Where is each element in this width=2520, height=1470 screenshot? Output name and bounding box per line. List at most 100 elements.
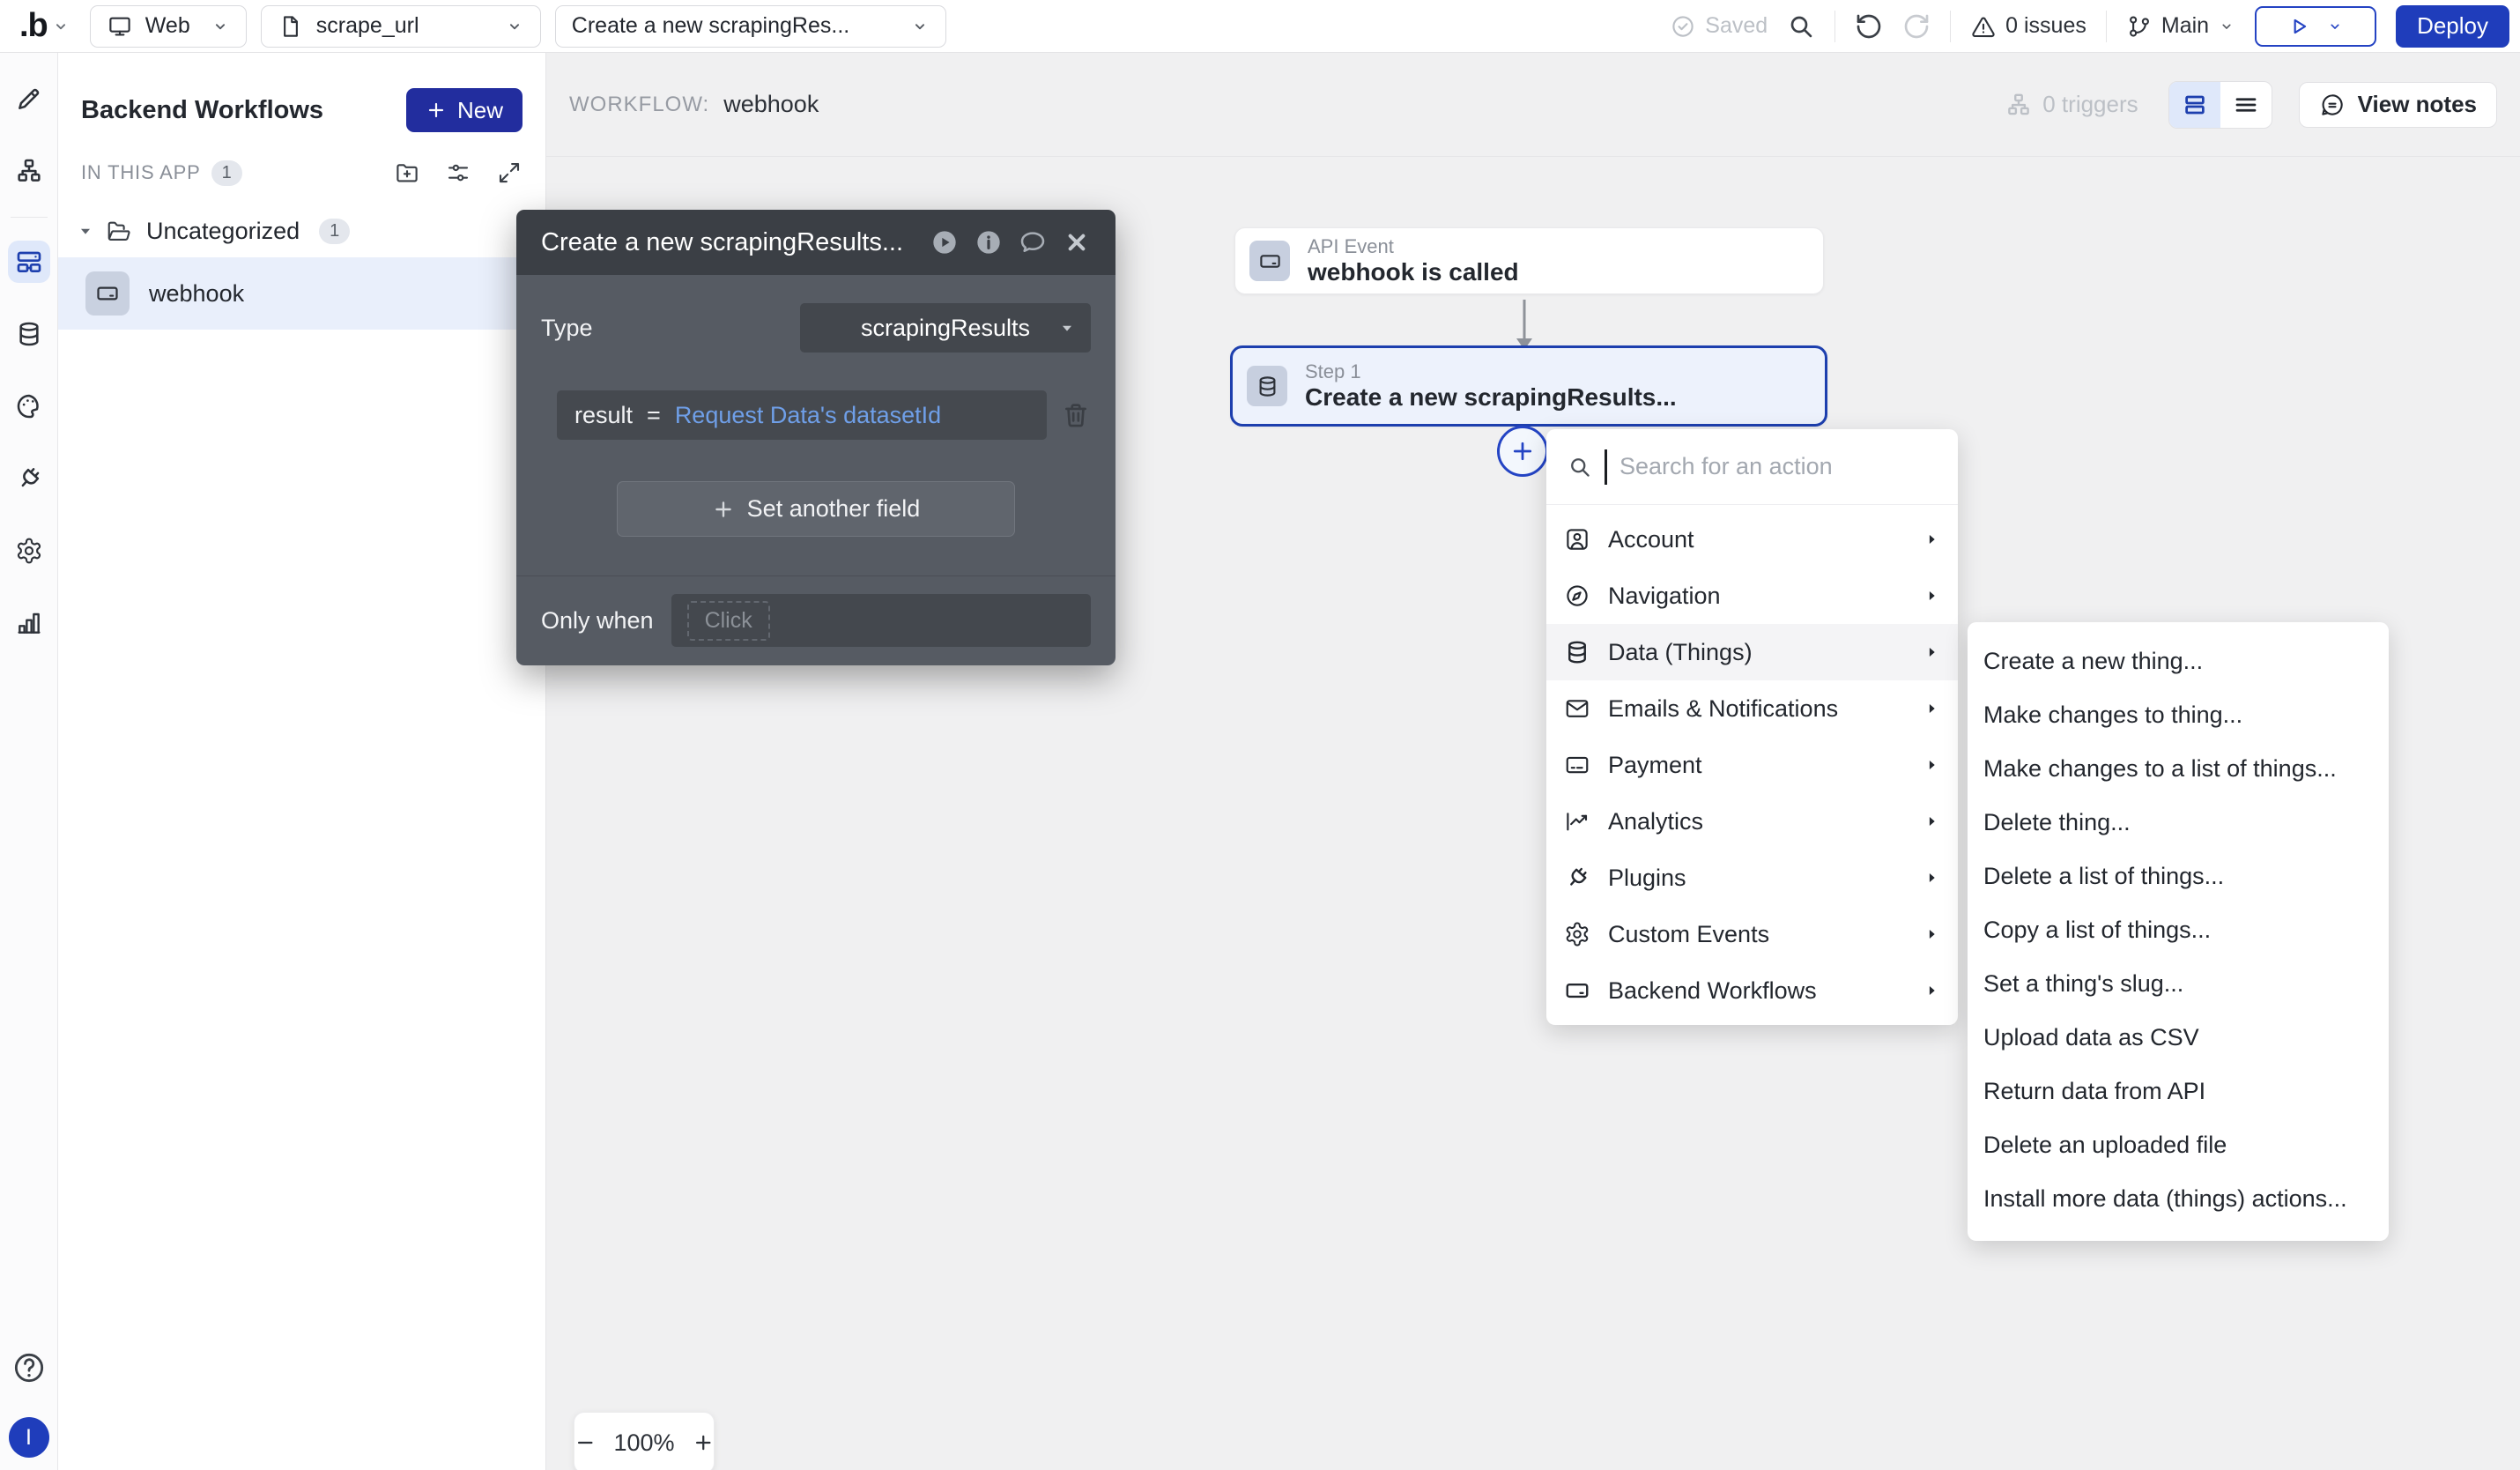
- rail-item-logs[interactable]: [8, 602, 50, 644]
- folder-row-uncategorized[interactable]: Uncategorized 1: [58, 213, 545, 249]
- step-node-1[interactable]: Step 1 Create a new scrapingResults...: [1230, 345, 1827, 427]
- divider: [1950, 11, 1951, 42]
- rail-item-data[interactable]: [8, 313, 50, 355]
- avatar[interactable]: I: [9, 1417, 49, 1458]
- branch-select[interactable]: Main: [2126, 13, 2235, 40]
- action-category-custom-events[interactable]: Custom Events: [1546, 906, 1958, 962]
- folder-plus-icon[interactable]: [394, 160, 420, 186]
- only-when-row: Only when Click: [516, 575, 1115, 647]
- rail-item-styles[interactable]: [8, 385, 50, 427]
- action-search-row[interactable]: [1546, 429, 1958, 505]
- bar-chart-icon: [15, 609, 43, 637]
- canvas-header: WORKFLOW: webhook 0 triggers View notes: [546, 53, 2520, 157]
- submenu-item-upload-data-as-csv[interactable]: Upload data as CSV: [1968, 1011, 2389, 1065]
- rail-item-plugins[interactable]: [8, 457, 50, 500]
- redo-icon[interactable]: [1902, 12, 1931, 41]
- dialog-title: Create a new scrapingResults...: [541, 228, 930, 257]
- in-this-app-section: IN THIS APP 1: [58, 155, 545, 190]
- only-when-input[interactable]: Click: [671, 594, 1091, 647]
- zoom-out-button[interactable]: [574, 1430, 596, 1455]
- filter-sliders-icon[interactable]: [445, 160, 471, 186]
- set-another-field-button[interactable]: Set another field: [617, 481, 1015, 537]
- caret-right-icon: [1923, 643, 1940, 661]
- category-label: Navigation: [1608, 583, 1905, 610]
- card-view-button[interactable]: [2169, 82, 2220, 128]
- section-count-badge: 1: [211, 160, 242, 186]
- event-node-webhook[interactable]: API Event webhook is called: [1234, 227, 1824, 294]
- database-icon: [1256, 375, 1279, 398]
- action-category-account[interactable]: Account: [1546, 511, 1958, 568]
- caret-down-icon[interactable]: [76, 221, 95, 241]
- rail-item-design[interactable]: [8, 78, 50, 120]
- field-assignment[interactable]: result = Request Data's datasetId: [557, 390, 1047, 440]
- action-category-backend-workflows[interactable]: Backend Workflows: [1546, 962, 1958, 1019]
- workflow-name: webhook: [723, 91, 819, 118]
- type-dropdown[interactable]: scrapingResults: [800, 303, 1091, 353]
- category-label: Emails & Notifications: [1608, 695, 1905, 723]
- field-value-expression[interactable]: Request Data's datasetId: [675, 402, 941, 429]
- only-when-placeholder: Click: [687, 601, 770, 641]
- workflow-select[interactable]: Create a new scrapingRes...: [555, 5, 946, 48]
- search-icon[interactable]: [1787, 12, 1815, 41]
- action-category-data-things[interactable]: Data (Things): [1546, 624, 1958, 680]
- submenu-item-install-more-data-things-actions[interactable]: Install more data (things) actions...: [1968, 1172, 2389, 1226]
- top-bar: .b Web scrape_url Create a new scrapingR…: [0, 0, 2520, 53]
- close-icon[interactable]: [1063, 228, 1091, 256]
- caret-right-icon: [1923, 813, 1940, 830]
- preview-button[interactable]: [2255, 6, 2376, 47]
- bubble-logo[interactable]: .b: [19, 7, 48, 45]
- zoom-in-button[interactable]: [693, 1430, 714, 1455]
- run-icon[interactable]: [930, 228, 959, 256]
- action-category-analytics[interactable]: Analytics: [1546, 793, 1958, 850]
- chevron-down-icon[interactable]: [51, 17, 70, 36]
- dialog-header[interactable]: Create a new scrapingResults...: [516, 210, 1115, 275]
- chevron-down-icon: [2218, 18, 2235, 35]
- comment-icon[interactable]: [1019, 228, 1047, 256]
- submenu-item-copy-a-list-of-things[interactable]: Copy a list of things...: [1968, 903, 2389, 957]
- action-category-payment[interactable]: Payment: [1546, 737, 1958, 793]
- page-select[interactable]: scrape_url: [261, 5, 541, 48]
- caret-right-icon: [1923, 756, 1940, 774]
- git-branch-icon: [2126, 13, 2153, 40]
- rail-item-workflows[interactable]: [8, 241, 50, 283]
- info-icon[interactable]: [975, 228, 1003, 256]
- view-toggle: [2168, 81, 2272, 129]
- submenu-item-make-changes-to-thing[interactable]: Make changes to thing...: [1968, 688, 2389, 742]
- list-view-button[interactable]: [2220, 82, 2272, 128]
- action-search-input[interactable]: [1619, 453, 1937, 480]
- issues-button[interactable]: 0 issues: [1970, 13, 2086, 40]
- help-icon[interactable]: [11, 1350, 47, 1385]
- action-category-plugins[interactable]: Plugins: [1546, 850, 1958, 906]
- rail-item-settings[interactable]: [8, 530, 50, 572]
- view-notes-button[interactable]: View notes: [2299, 82, 2497, 128]
- submenu-item-delete-thing[interactable]: Delete thing...: [1968, 796, 2389, 850]
- deploy-button[interactable]: Deploy: [2396, 5, 2509, 48]
- save-status: Saved: [1670, 13, 1768, 40]
- expand-icon[interactable]: [496, 160, 523, 186]
- submenu-item-make-changes-to-a-list-of-things[interactable]: Make changes to a list of things...: [1968, 742, 2389, 796]
- dialog-header-icons: [930, 228, 1091, 256]
- platform-select-label: Web: [145, 13, 198, 39]
- database-icon: [1564, 639, 1590, 665]
- new-workflow-button[interactable]: New: [406, 88, 523, 132]
- rail-item-pages[interactable]: [8, 150, 50, 192]
- trash-icon[interactable]: [1061, 400, 1091, 430]
- undo-icon[interactable]: [1855, 12, 1883, 41]
- submenu-item-set-a-thing-s-slug[interactable]: Set a thing's slug...: [1968, 957, 2389, 1011]
- submenu-item-delete-an-uploaded-file[interactable]: Delete an uploaded file: [1968, 1118, 2389, 1172]
- action-category-emails-notifications[interactable]: Emails & Notifications: [1546, 680, 1958, 737]
- submenu-item-return-data-from-api[interactable]: Return data from API: [1968, 1065, 2389, 1118]
- credit-card-icon: [1564, 752, 1590, 778]
- add-step-button[interactable]: [1497, 426, 1548, 477]
- action-category-navigation[interactable]: Navigation: [1546, 568, 1958, 624]
- submenu-item-delete-a-list-of-things[interactable]: Delete a list of things...: [1968, 850, 2389, 903]
- submenu-item-create-a-new-thing[interactable]: Create a new thing...: [1968, 635, 2389, 688]
- account-icon: [1564, 526, 1590, 553]
- new-workflow-label: New: [457, 97, 503, 124]
- platform-select[interactable]: Web: [90, 5, 247, 48]
- file-icon: [278, 13, 304, 40]
- sitemap-icon: [15, 157, 43, 185]
- chevron-down-icon: [505, 17, 524, 36]
- workflow-list-item-webhook[interactable]: webhook: [58, 257, 545, 330]
- step-node-text: Step 1 Create a new scrapingResults...: [1305, 360, 1677, 412]
